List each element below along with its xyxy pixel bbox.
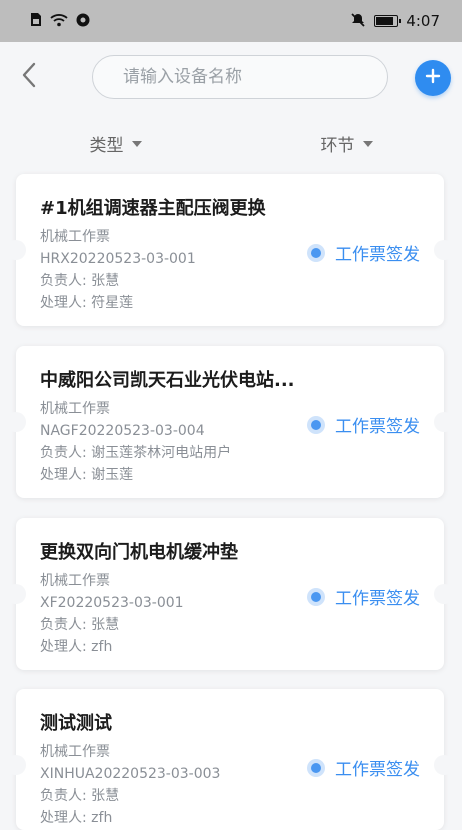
ticket-handler: 处理人: 谢玉莲 <box>40 467 134 483</box>
ticket-status: 工作票签发 <box>307 755 420 780</box>
ticket-title: 更换双向门机电机缓冲垫 <box>40 542 238 563</box>
status-dot-icon <box>307 587 325 606</box>
ticket-card[interactable]: 中威阳公司凯天石业光伏电站... 机械工作票 NAGF20220523-03-0… <box>6 346 454 498</box>
ticket-status: 工作票签发 <box>307 240 420 265</box>
ticket-status: 工作票签发 <box>307 412 420 437</box>
ticket-handler: 处理人: zfh <box>40 639 113 655</box>
ticket-card[interactable]: 测试测试 机械工作票 XINHUA20220523-03-003 负责人: 张慧… <box>6 689 454 830</box>
ticket-title: 测试测试 <box>40 713 112 734</box>
battery-icon <box>374 15 402 27</box>
plus-icon <box>425 68 441 88</box>
caret-down-icon <box>131 141 142 147</box>
chevron-left-icon <box>21 62 37 92</box>
filter-type-label: 类型 <box>89 135 124 156</box>
ticket-status-label: 工作票签发 <box>335 760 420 780</box>
add-button[interactable] <box>415 60 451 96</box>
ticket-owner: 负责人: 张慧 <box>40 273 120 289</box>
app-notification-icon <box>76 13 90 30</box>
sim-card-icon <box>30 12 42 30</box>
status-dot-icon <box>307 243 325 262</box>
status-bar: 4:07 <box>0 0 462 42</box>
ticket-status-label: 工作票签发 <box>335 417 420 437</box>
status-dot-icon <box>307 415 325 434</box>
status-right: 4:07 <box>350 12 440 31</box>
filter-stage-label: 环节 <box>320 135 355 156</box>
ticket-handler: 处理人: zfh <box>40 810 113 826</box>
ticket-owner: 负责人: 张慧 <box>40 617 120 633</box>
ticket-card[interactable]: 更换双向门机电机缓冲垫 机械工作票 XF20220523-03-001 负责人:… <box>6 518 454 670</box>
wifi-icon <box>50 13 68 30</box>
ticket-status: 工作票签发 <box>307 584 420 609</box>
ticket-owner: 负责人: 谢玉莲茶林河电站用户 <box>40 445 232 461</box>
status-time: 4:07 <box>406 12 440 30</box>
ticket-status-label: 工作票签发 <box>335 589 420 609</box>
mute-icon <box>350 12 366 31</box>
search-input[interactable] <box>121 66 365 88</box>
status-left <box>30 12 90 30</box>
filter-stage[interactable]: 环节 <box>231 116 462 170</box>
search-box[interactable] <box>92 55 388 99</box>
header <box>0 42 462 116</box>
caret-down-icon <box>362 141 373 147</box>
ticket-status-label: 工作票签发 <box>335 245 420 265</box>
ticket-title: 中威阳公司凯天石业光伏电站... <box>40 370 295 391</box>
status-dot-icon <box>307 758 325 777</box>
ticket-handler: 处理人: 符星莲 <box>40 295 134 311</box>
filter-type[interactable]: 类型 <box>0 116 231 170</box>
back-button[interactable] <box>14 62 44 92</box>
filter-row: 类型 环节 <box>0 116 462 170</box>
ticket-card[interactable]: #1机组调速器主配压阀更换 机械工作票 HRX20220523-03-001 负… <box>6 174 454 326</box>
ticket-owner: 负责人: 张慧 <box>40 788 120 804</box>
ticket-title: #1机组调速器主配压阀更换 <box>40 198 266 219</box>
